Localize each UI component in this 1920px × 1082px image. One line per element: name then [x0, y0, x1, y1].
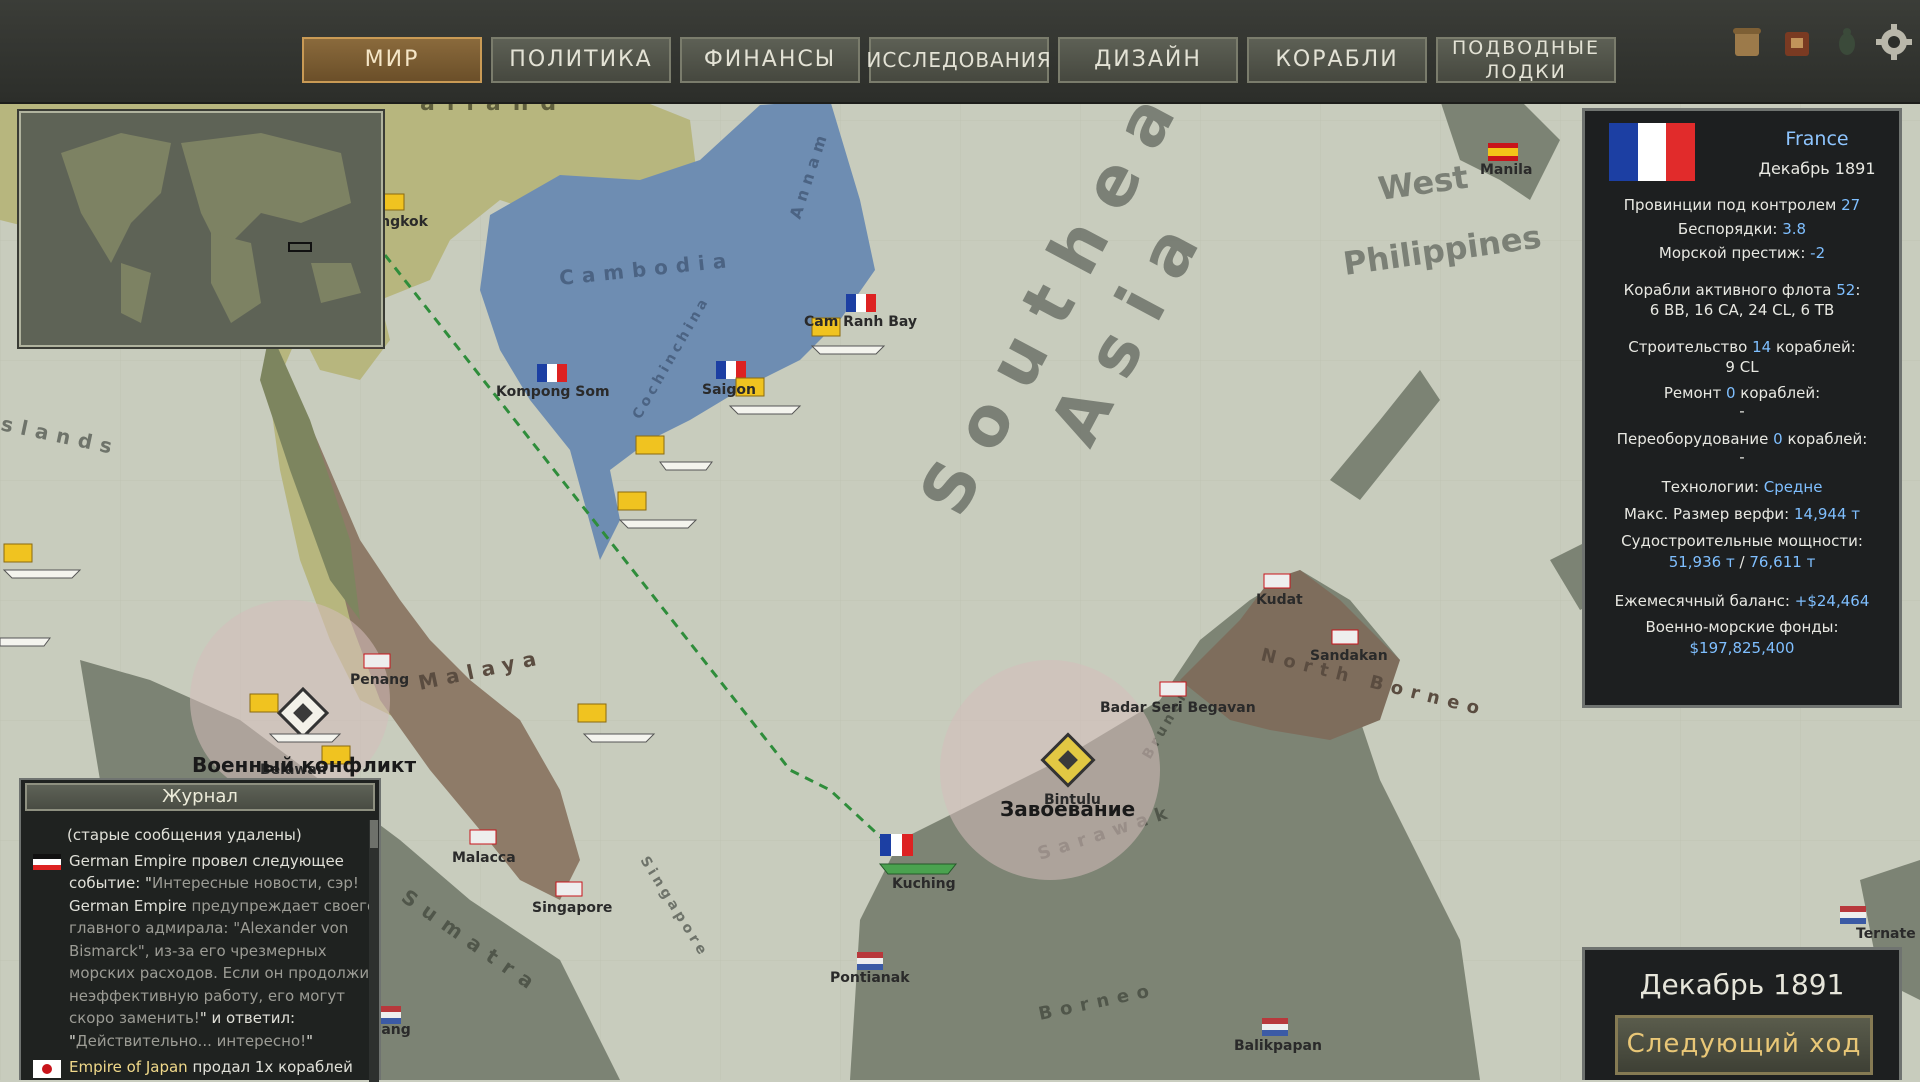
- naval-funds-value: $197,825,400: [1689, 639, 1795, 657]
- tab-design[interactable]: ДИЗАЙН: [1058, 37, 1238, 83]
- repair-detail: -: [1739, 402, 1745, 420]
- tab-research[interactable]: ИССЛЕДОВАНИЯ: [866, 37, 1051, 83]
- minimap[interactable]: [19, 111, 383, 347]
- svg-text:Penang: Penang: [350, 672, 409, 688]
- shipbuilding-capacity-label: Судостроительные мощности:: [1621, 532, 1863, 550]
- tab-finances[interactable]: ФИНАНСЫ: [680, 37, 860, 83]
- conflict-marker-label: Военный конфликт: [192, 753, 416, 777]
- journal-entry: German Empire предупреждает своего: [69, 897, 377, 915]
- tab-submarines[interactable]: ПОДВОДНЫЕ ЛОДКИ: [1436, 37, 1616, 83]
- naval-funds-label: Военно-морские фонды:: [1645, 618, 1839, 636]
- journal-entry: скоро заменить!" и ответил:: [69, 1009, 296, 1027]
- refit-detail: -: [1739, 448, 1745, 466]
- journal-title: Журнал: [25, 783, 375, 811]
- tab-world[interactable]: МИР: [302, 37, 482, 83]
- japanese-flag-icon: [33, 1060, 61, 1078]
- german-flag-icon: [33, 854, 61, 870]
- fleet-detail: 6 BB, 16 CA, 24 CL, 6 TB: [1649, 301, 1835, 319]
- unrest-row: Беспорядки: 3.8: [1677, 220, 1807, 238]
- journal-scrollbar-thumb[interactable]: [370, 820, 378, 848]
- conquest-marker-label: Завоевание: [1000, 797, 1135, 821]
- svg-text:Kudat: Kudat: [1256, 592, 1303, 608]
- scroll-icon[interactable]: [1729, 24, 1765, 60]
- svg-text:Kuching: Kuching: [892, 876, 956, 892]
- dock-size-row: Макс. Размер верфи: 14,944 т: [1623, 505, 1861, 523]
- journal-entry: Bismarck", из-за его чрезмерных: [69, 942, 327, 960]
- tab-ships[interactable]: КОРАБЛИ: [1247, 37, 1427, 83]
- journal-entry: событие: "Интересные новости, сэр!: [69, 874, 359, 892]
- journal-entry: "Действительно... интересно!": [69, 1032, 314, 1050]
- svg-text:Saigon: Saigon: [702, 382, 756, 398]
- tech-row: Технологии: Средне: [1661, 478, 1823, 496]
- next-turn-button[interactable]: Следующий ход: [1615, 1015, 1873, 1075]
- ship-icon: [878, 863, 958, 875]
- country-info-panel: France Декабрь 1891 Провинции под контро…: [1582, 108, 1902, 708]
- journal-panel: Журнал (старые сообщения удалены) German…: [19, 778, 381, 1082]
- shipbuilding-capacity-values: 51,936 т / 76,611 т: [1668, 553, 1816, 571]
- construction-detail: 9 CL: [1725, 358, 1759, 376]
- monthly-balance-row: Ежемесячный баланс: +$24,464: [1614, 592, 1870, 610]
- svg-text:Cam Ranh Bay: Cam Ranh Bay: [804, 314, 917, 330]
- briefcase-icon[interactable]: [1779, 24, 1815, 60]
- svg-text:Badar Seri Begavan: Badar Seri Begavan: [1100, 700, 1256, 716]
- tab-politics[interactable]: ПОЛИТИКА: [491, 37, 671, 83]
- construction-row: Строительство 14 кораблей:: [1628, 338, 1856, 356]
- svg-text:Ternate: Ternate: [1856, 926, 1916, 942]
- svg-text:Malacca: Malacca: [452, 850, 516, 866]
- journal-entry: German Empire провел следующее: [69, 852, 344, 870]
- fleet-row: Корабли активного флота 52:: [1623, 281, 1861, 299]
- settings-gear-icon[interactable]: [1876, 24, 1912, 60]
- journal-entry: главного адмирала: "Alexander von: [69, 919, 349, 937]
- journal-entry: морских расходов. Если он продолжит: [69, 964, 378, 982]
- svg-text:Kompong Som: Kompong Som: [496, 384, 610, 400]
- journal-entry: неэффективную работу, его могут: [69, 987, 345, 1005]
- journal-entry: Empire of Japan продал 1х кораблей: [69, 1058, 353, 1076]
- svg-text:Manila: Manila: [1480, 162, 1532, 178]
- svg-text:Singapore: Singapore: [532, 900, 612, 916]
- svg-text:Sandakan: Sandakan: [1310, 648, 1388, 664]
- turn-panel: Декабрь 1891 Следующий ход: [1582, 947, 1902, 1080]
- provinces-row: Провинции под контролем 27: [1623, 196, 1861, 214]
- prestige-row: Морской престиж: -2: [1658, 244, 1826, 262]
- svg-text:Balikpapan: Balikpapan: [1234, 1038, 1322, 1054]
- svg-text:Pontianak: Pontianak: [830, 970, 910, 986]
- spanish-flag-icon: [1488, 143, 1518, 161]
- country-name: France: [1785, 128, 1849, 150]
- journal-scrollbar[interactable]: [369, 820, 379, 1082]
- turn-date: Декабрь 1891: [1639, 968, 1845, 1001]
- current-date: Декабрь 1891: [1758, 159, 1876, 178]
- journal-entry: (старые сообщения удалены): [67, 826, 302, 844]
- bug-icon[interactable]: [1829, 24, 1865, 60]
